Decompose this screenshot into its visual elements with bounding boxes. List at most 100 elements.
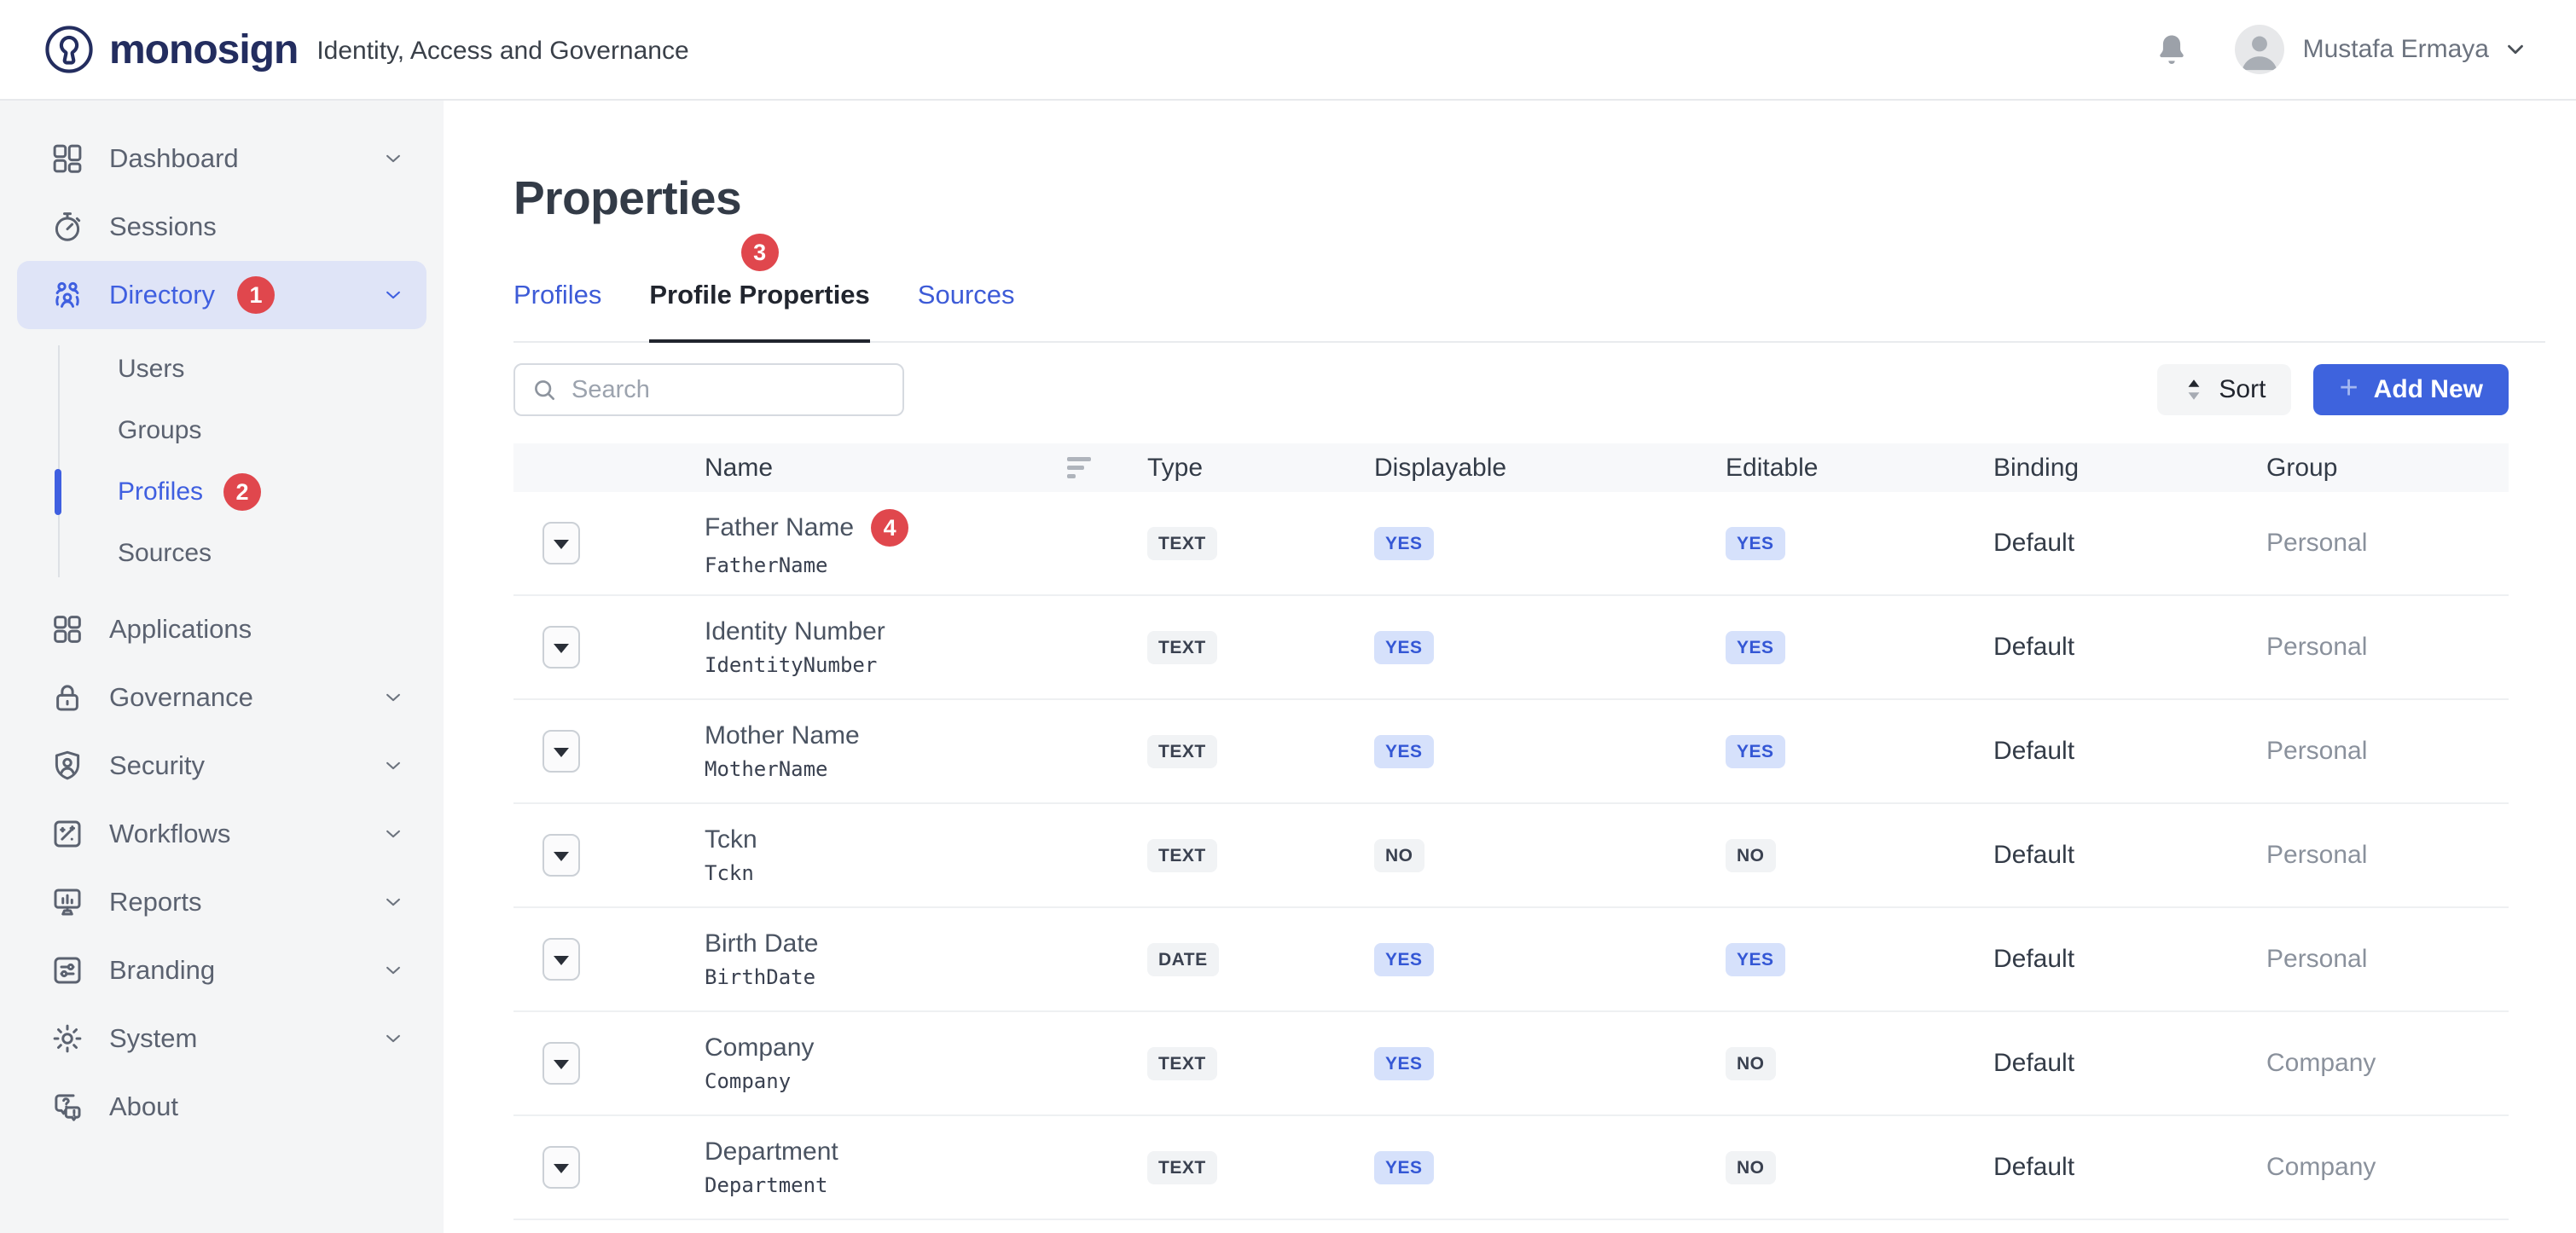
displayable-badge: YES: [1374, 735, 1434, 768]
binding-value: Default: [1993, 737, 2266, 766]
sidebar-item-groups[interactable]: Groups: [0, 400, 444, 461]
row-actions-dropdown[interactable]: [542, 626, 580, 669]
header-cell-editable: Editable: [1726, 454, 1993, 483]
editable-badge: NO: [1726, 1151, 1776, 1184]
tab-sources[interactable]: Sources: [918, 280, 1015, 343]
sidebar-item-workflows[interactable]: Workflows: [0, 800, 444, 868]
type-badge: TEXT: [1147, 735, 1217, 768]
cell-editable: NO: [1726, 1151, 1993, 1184]
property-key: Department: [705, 1173, 1147, 1197]
sidebar-item-security[interactable]: Security: [0, 732, 444, 800]
cell-displayable: YES: [1374, 631, 1726, 664]
about-icon: [49, 1089, 85, 1125]
row-actions-dropdown[interactable]: [542, 730, 580, 773]
cell-actions: [513, 1146, 705, 1189]
cell-displayable: YES: [1374, 527, 1726, 560]
header-cell-name: Name: [705, 454, 1147, 483]
cell-type: TEXT: [1147, 631, 1374, 664]
sidebar-item-profiles[interactable]: Profiles 2: [0, 461, 444, 523]
sidebar-item-label: Profiles: [118, 478, 203, 507]
property-key: Company: [705, 1069, 1147, 1093]
chevron-down-icon: [380, 282, 406, 308]
sidebar-item-label: Groups: [118, 416, 201, 445]
sidebar-item-system[interactable]: System: [0, 1004, 444, 1073]
type-badge: DATE: [1147, 943, 1219, 976]
sidebar-item-sessions[interactable]: Sessions: [0, 193, 444, 261]
search-input[interactable]: [571, 376, 887, 404]
caret-down-icon: [554, 644, 569, 653]
app-header: monosign Identity, Access and Governance…: [0, 0, 2576, 101]
property-name: Identity Number: [705, 617, 885, 646]
property-name-line: Tckn: [705, 825, 1147, 854]
cell-name: Father Name4FatherName: [705, 509, 1147, 577]
sidebar-item-label: Applications: [109, 614, 252, 645]
caret-down-icon: [554, 956, 569, 965]
sort-lines-icon[interactable]: [1067, 457, 1091, 478]
property-name-line: Mother Name: [705, 721, 1147, 750]
property-name: Mother Name: [705, 721, 860, 750]
property-name-line: Department: [705, 1137, 1147, 1166]
search-box: [513, 363, 904, 416]
cell-displayable: YES: [1374, 1047, 1726, 1080]
header-cell-displayable: Displayable: [1374, 454, 1726, 483]
group-value: Personal: [2266, 633, 2509, 662]
sidebar-item-about[interactable]: About: [0, 1073, 444, 1141]
sort-button[interactable]: Sort: [2157, 364, 2291, 415]
type-badge: TEXT: [1147, 631, 1217, 664]
displayable-badge: YES: [1374, 1151, 1434, 1184]
step-annotation-badge: 2: [223, 473, 261, 511]
notifications-bell-icon[interactable]: [2153, 31, 2190, 68]
sidebar-item-label: Dashboard: [109, 143, 239, 174]
cell-editable: YES: [1726, 735, 1993, 768]
tab-profiles[interactable]: Profiles: [513, 280, 601, 343]
plus-icon: +: [2339, 370, 2358, 407]
sidebar-item-directory[interactable]: Directory1: [17, 261, 426, 329]
property-name-line: Father Name4: [705, 509, 1147, 547]
applications-icon: [49, 611, 85, 647]
brand-logo[interactable]: monosign: [41, 21, 298, 78]
header-cell-type: Type: [1147, 454, 1374, 483]
sort-arrows-icon: [2183, 377, 2205, 402]
user-name[interactable]: Mustafa Ermaya: [2303, 35, 2489, 64]
sidebar-item-applications[interactable]: Applications: [0, 595, 444, 663]
sidebar-item-sources[interactable]: Sources: [0, 523, 444, 584]
sessions-icon: [49, 209, 85, 245]
group-value: Personal: [2266, 529, 2509, 558]
property-name: Tckn: [705, 825, 757, 854]
row-actions-dropdown[interactable]: [542, 1042, 580, 1085]
cell-displayable: NO: [1374, 839, 1726, 872]
group-value: Personal: [2266, 841, 2509, 870]
binding-value: Default: [1993, 841, 2266, 870]
header-cell-binding: Binding: [1993, 454, 2266, 483]
tab-profile-properties[interactable]: Profile Properties3: [649, 280, 869, 343]
editable-badge: YES: [1726, 527, 1785, 560]
brand-tagline: Identity, Access and Governance: [316, 37, 688, 66]
row-actions-dropdown[interactable]: [542, 938, 580, 981]
system-icon: [49, 1021, 85, 1056]
chevron-down-icon: [380, 753, 406, 779]
sidebar-item-reports[interactable]: Reports: [0, 868, 444, 936]
group-value: Company: [2266, 1049, 2509, 1078]
user-avatar[interactable]: [2235, 25, 2284, 74]
branding-icon: [49, 952, 85, 988]
cell-name: Birth DateBirthDate: [705, 929, 1147, 989]
group-value: Personal: [2266, 737, 2509, 766]
property-key: Tckn: [705, 861, 1147, 885]
sidebar-item-governance[interactable]: Governance: [0, 663, 444, 732]
sidebar-item-label: Security: [109, 750, 205, 781]
sidebar-item-label: Users: [118, 355, 184, 384]
sidebar-item-users[interactable]: Users: [0, 339, 444, 400]
add-new-button[interactable]: + Add New: [2313, 364, 2509, 415]
sidebar-item-dashboard[interactable]: Dashboard: [0, 124, 444, 193]
row-actions-dropdown[interactable]: [542, 522, 580, 564]
user-menu-chevron-down-icon[interactable]: [2503, 37, 2528, 62]
table-row: Identity NumberIdentityNumberTEXTYESYESD…: [513, 596, 2509, 700]
binding-value: Default: [1993, 633, 2266, 662]
sidebar-item-branding[interactable]: Branding: [0, 936, 444, 1004]
row-actions-dropdown[interactable]: [542, 834, 580, 877]
governance-icon: [49, 680, 85, 715]
cell-editable: YES: [1726, 631, 1993, 664]
row-actions-dropdown[interactable]: [542, 1146, 580, 1189]
sidebar-item-label: About: [109, 1091, 178, 1122]
cell-type: TEXT: [1147, 1151, 1374, 1184]
